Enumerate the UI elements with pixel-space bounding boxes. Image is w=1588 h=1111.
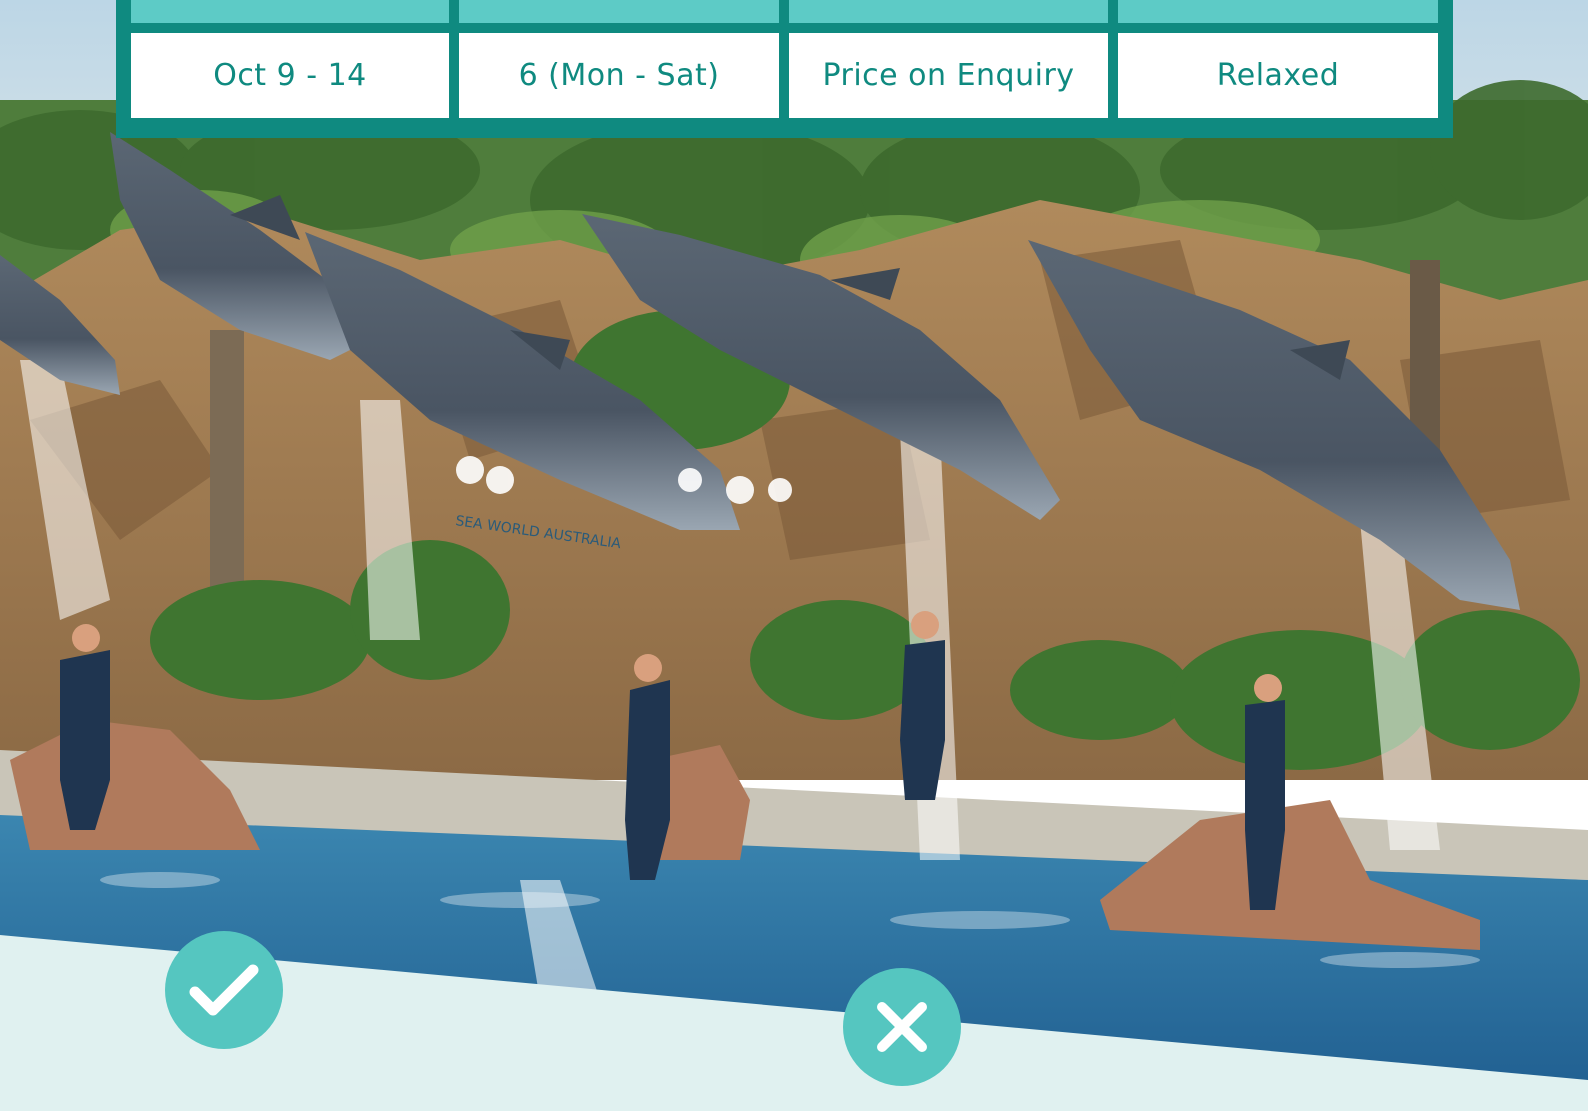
duration-value: 6 (Mon - Sat) — [459, 33, 779, 118]
cross-icon — [877, 1002, 927, 1052]
table-header-cell — [1118, 0, 1438, 23]
trip-info-table: Oct 9 - 14 6 (Mon - Sat) Price on Enquir… — [116, 0, 1453, 138]
table-header-row — [131, 0, 1438, 23]
dates-value: Oct 9 - 14 — [131, 33, 449, 118]
table-header-cell — [789, 0, 1108, 23]
price-value: Price on Enquiry — [789, 33, 1108, 118]
check-icon — [189, 964, 259, 1016]
not-included-badge — [843, 968, 961, 1086]
included-badge — [165, 931, 283, 1049]
table-header-cell — [459, 0, 779, 23]
table-header-cell — [131, 0, 449, 23]
activity-level-value: Relaxed — [1118, 33, 1438, 118]
table-value-row: Oct 9 - 14 6 (Mon - Sat) Price on Enquir… — [131, 33, 1438, 118]
